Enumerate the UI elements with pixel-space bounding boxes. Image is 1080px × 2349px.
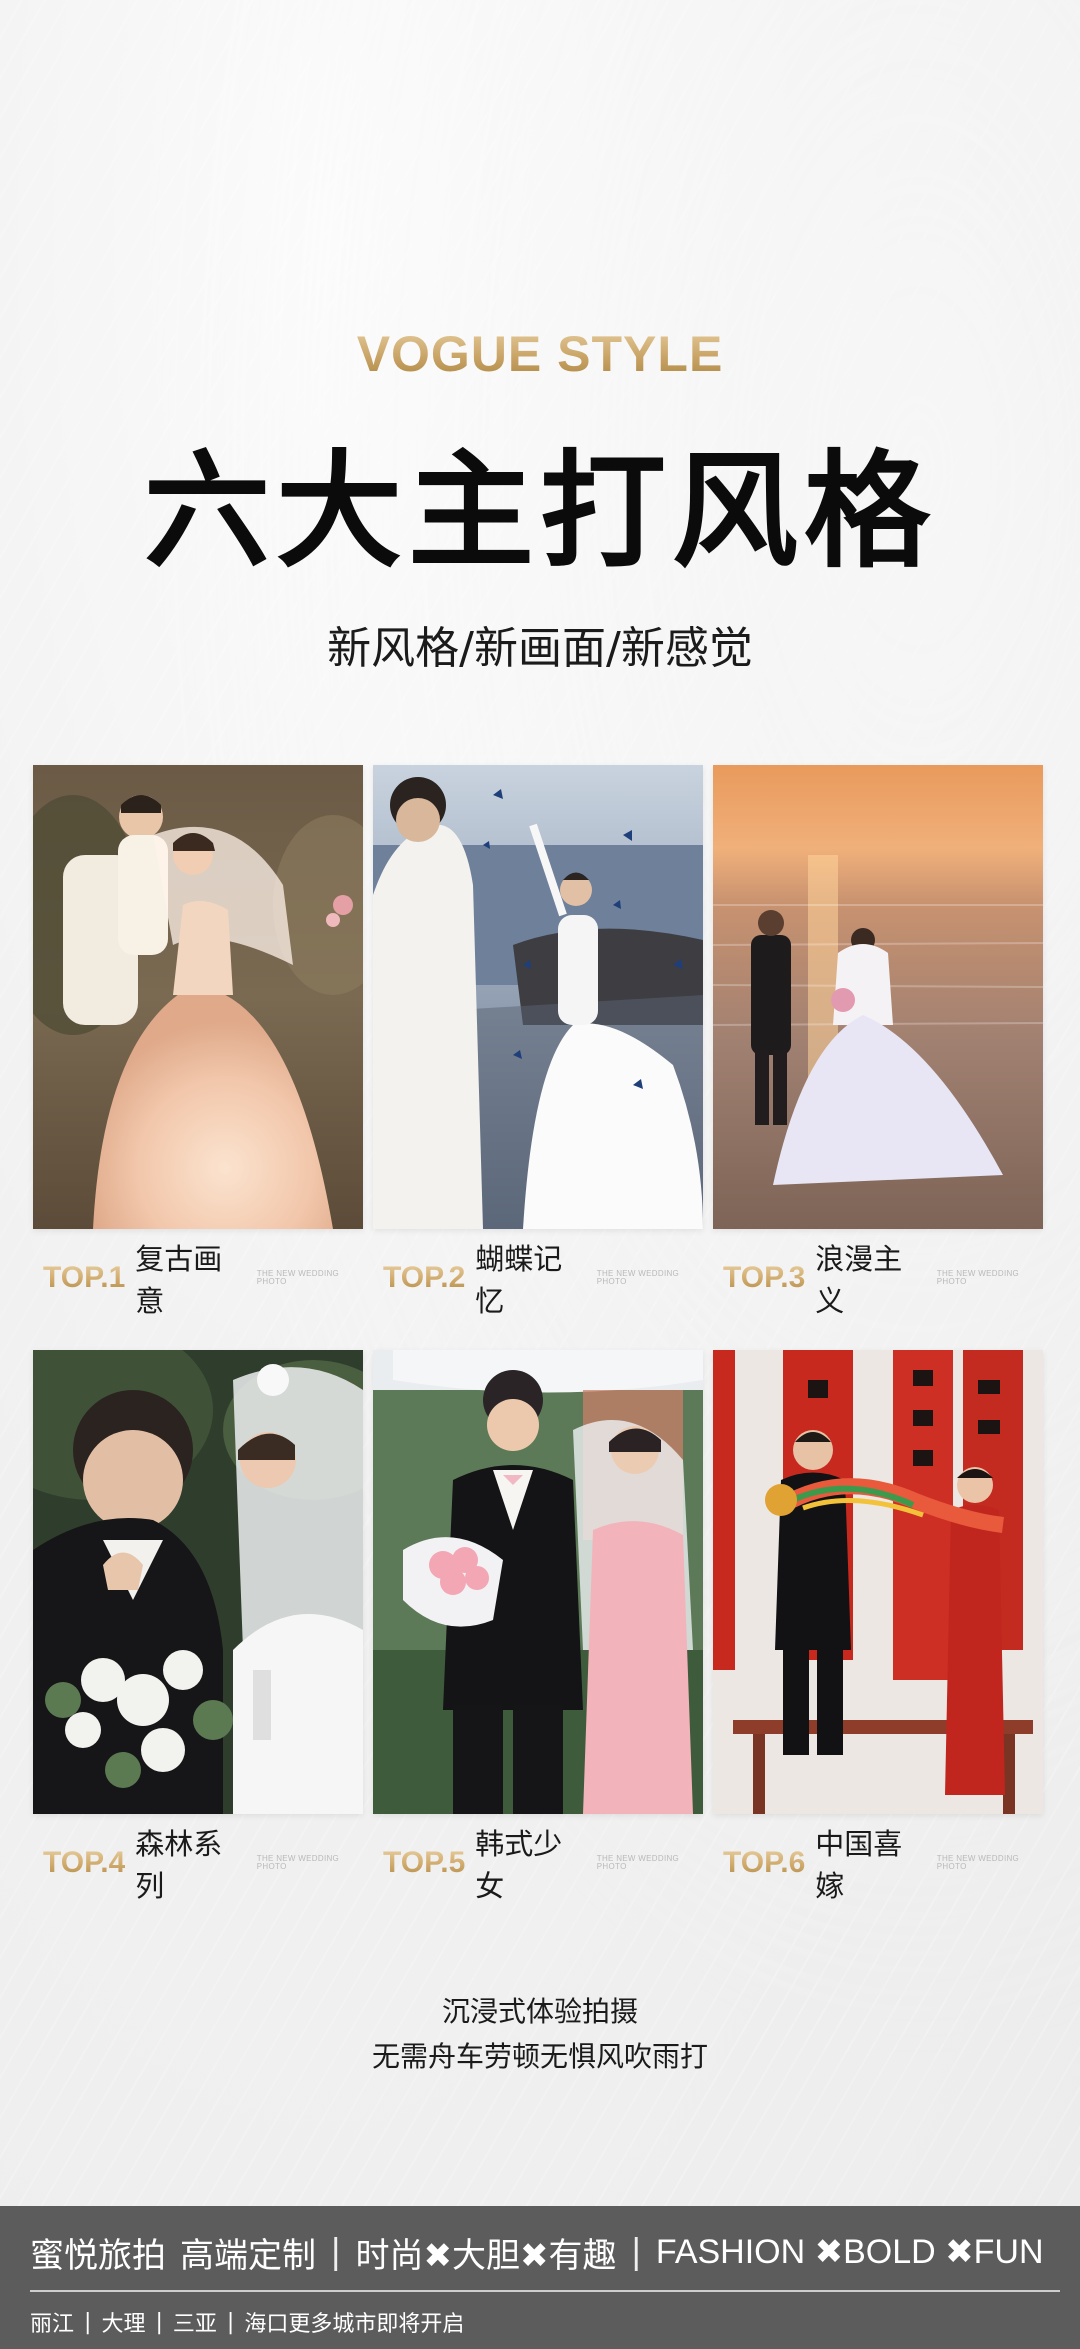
city-item: 丽江	[30, 2312, 75, 2337]
forest-couple-image	[33, 1350, 363, 1814]
style-photo-3[interactable]	[713, 765, 1043, 1229]
eyebrow-title: VOGUE STYLE	[0, 325, 1080, 383]
city-item: 三亚	[172, 2312, 217, 2337]
city-item: 海口更多城市即将开启	[244, 2312, 465, 2337]
city-item: 大理	[101, 2312, 146, 2337]
style-name: 韩式少女	[475, 1827, 563, 1903]
rank-label: TOP.3	[723, 1261, 806, 1294]
korean-couple-image	[373, 1350, 703, 1814]
tag-text: THE NEW WEDDING PHOTO	[936, 1854, 1020, 1871]
style-name: 中国喜嫁	[815, 1827, 903, 1903]
style-name: 森林系列	[135, 1827, 223, 1903]
style-label-5: TOP.5 韩式少女 THE NEW WEDDING PHOTO	[373, 1827, 703, 1903]
style-photo-5[interactable]	[373, 1350, 703, 1814]
chinese-wedding-image	[713, 1350, 1043, 1814]
sunset-couple-image	[713, 765, 1043, 1229]
divider: |	[630, 2232, 642, 2272]
style-label-2: TOP.2 蝴蝶记忆 THE NEW WEDDING PHOTO	[373, 1242, 703, 1318]
style-photo-2[interactable]	[373, 765, 703, 1229]
style-label-1: TOP.1 复古画意 THE NEW WEDDING PHOTO	[33, 1242, 363, 1318]
footer-divider-line	[30, 2290, 1060, 2292]
slogan-en: FASHION ✖BOLD ✖FUN	[655, 2233, 1044, 2271]
tag-text: THE NEW WEDDING PHOTO	[256, 1269, 340, 1286]
style-photo-6[interactable]	[713, 1350, 1043, 1814]
style-photo-1[interactable]	[33, 765, 363, 1229]
brand-name: 蜜悦旅拍	[30, 2235, 166, 2276]
rank-label: TOP.5	[383, 1846, 466, 1879]
style-name: 浪漫主义	[815, 1242, 903, 1318]
divider: |	[330, 2232, 342, 2272]
footer-bar: 蜜悦旅拍 高端定制 | 时尚✖大胆✖有趣 | FASHION ✖BOLD ✖FU…	[0, 2206, 1080, 2349]
style-photo-4[interactable]	[33, 1350, 363, 1814]
divider: |	[84, 2309, 92, 2335]
butterfly-couple-image	[373, 765, 703, 1229]
style-name: 蝴蝶记忆	[475, 1242, 563, 1318]
city-list: 丽江 | 大理 | 三亚 | 海口更多城市即将开启	[30, 2302, 464, 2342]
tag-text: THE NEW WEDDING PHOTO	[936, 1269, 1020, 1286]
page-subtitle: 新风格/新画面/新感觉	[327, 623, 753, 674]
rank-label: TOP.1	[43, 1261, 126, 1294]
divider: |	[155, 2309, 163, 2335]
caption-line-1: 沉浸式体验拍摄	[441, 1995, 638, 2028]
slogan-cn: 时尚✖大胆✖有趣	[355, 2235, 617, 2276]
divider: |	[226, 2309, 235, 2335]
rank-label: TOP.2	[383, 1261, 466, 1294]
footer-slogan-row: 蜜悦旅拍 高端定制 | 时尚✖大胆✖有趣 | FASHION ✖BOLD ✖FU…	[30, 2224, 1060, 2280]
tag-text: THE NEW WEDDING PHOTO	[596, 1854, 680, 1871]
rank-label: TOP.6	[723, 1846, 806, 1879]
page-title: 六大主打风格	[144, 438, 936, 585]
brand-tagline: 高端定制	[180, 2235, 316, 2276]
style-label-3: TOP.3 浪漫主义 THE NEW WEDDING PHOTO	[713, 1242, 1043, 1318]
caption-line-2: 无需舟车劳顿无惧风吹雨打	[371, 2040, 708, 2073]
rank-label: TOP.4	[43, 1846, 126, 1879]
retro-couple-image	[33, 765, 363, 1229]
style-label-6: TOP.6 中国喜嫁 THE NEW WEDDING PHOTO	[713, 1827, 1043, 1903]
tag-text: THE NEW WEDDING PHOTO	[596, 1269, 680, 1286]
tag-text: THE NEW WEDDING PHOTO	[256, 1854, 340, 1871]
style-label-4: TOP.4 森林系列 THE NEW WEDDING PHOTO	[33, 1827, 363, 1903]
style-name: 复古画意	[135, 1242, 223, 1318]
